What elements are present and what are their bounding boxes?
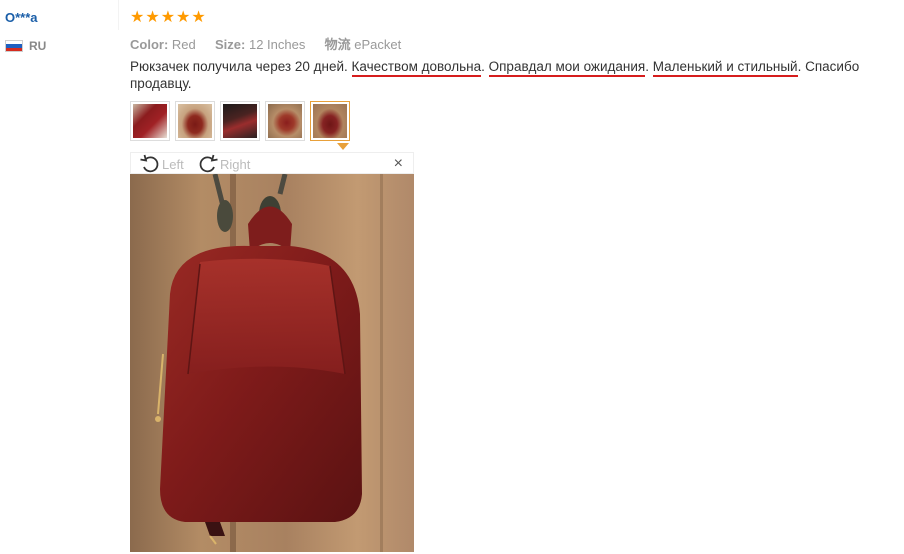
rotate-left-button[interactable]: Left <box>139 153 184 175</box>
photo-thumbnail[interactable] <box>175 101 215 141</box>
photo-thumbnail[interactable] <box>265 101 305 141</box>
photo-thumbnail-image <box>133 104 167 138</box>
photo-thumbnail[interactable] <box>220 101 260 141</box>
review-text-highlight: Качеством довольна <box>351 59 482 77</box>
backpack-photo <box>130 174 414 552</box>
order-attributes: Color: Red Size: 12 Inches 物流 ePacket <box>130 34 401 53</box>
divider <box>118 0 119 30</box>
star-icon: ★ <box>145 9 160 26</box>
review-text-part: . <box>481 59 489 74</box>
photo-thumbnail-image <box>268 104 302 138</box>
photo-thumbnail-image <box>223 104 257 138</box>
photo-thumbnail-active[interactable] <box>310 101 350 141</box>
rotate-left-icon <box>140 154 159 173</box>
star-icon: ★ <box>176 9 191 26</box>
attr-color-value: Red <box>171 37 196 52</box>
rotate-right-button[interactable]: Right <box>197 153 250 175</box>
reviewer-country: RU <box>5 38 46 54</box>
review-text-part: . <box>645 59 653 74</box>
close-viewer-button[interactable]: × <box>394 155 403 173</box>
rotate-left-label: Left <box>162 156 184 172</box>
backpack-photo-image <box>130 174 414 552</box>
attr-size-value: 12 Inches <box>248 37 306 52</box>
reviewer-info: O***a RU <box>0 0 118 554</box>
attr-shipping-value: ePacket <box>354 37 402 52</box>
rotate-right-icon <box>199 154 218 173</box>
reviewer-name[interactable]: O***a <box>5 10 38 25</box>
star-icon: ★ <box>191 9 206 26</box>
star-icon: ★ <box>160 9 176 26</box>
review-text-highlight: Оправдал мои ожидания <box>488 59 646 77</box>
photo-thumbnail[interactable] <box>130 101 170 141</box>
russia-flag-icon <box>5 40 23 52</box>
photo-thumbnail-image <box>178 104 212 138</box>
review-text-part: Рюкзачек получила через 20 дней. <box>130 59 352 74</box>
photo-viewer-toolbar: Left Right × <box>130 152 414 174</box>
photo-thumbnail-image <box>313 104 347 138</box>
photo-viewer: Left Right × <box>130 152 414 552</box>
attr-size-key: Size: <box>215 37 246 52</box>
attr-shipping-key: 物流 <box>324 37 351 52</box>
review-text-highlight: Маленький и стильный <box>652 59 798 77</box>
photo-thumbnails <box>130 101 350 141</box>
review-text: Рюкзачек получила через 20 дней. Качеств… <box>130 58 890 92</box>
star-icon: ★ <box>130 9 145 26</box>
attr-color-key: Color: <box>130 37 169 52</box>
star-rating: ★ ★ ★ ★ ★ <box>130 10 206 26</box>
rotate-right-label: Right <box>220 156 251 172</box>
active-thumbnail-caret-icon <box>337 143 349 150</box>
country-code: RU <box>29 39 47 53</box>
